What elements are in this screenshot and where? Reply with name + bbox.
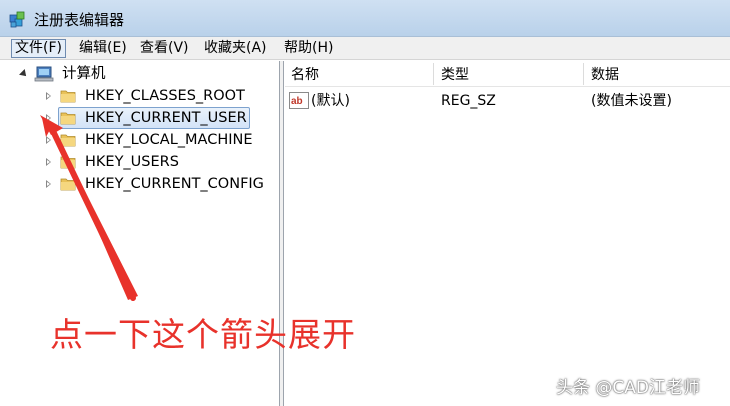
- column-divider[interactable]: [433, 63, 434, 85]
- annotation-text: 点一下这个箭头展开: [50, 315, 356, 354]
- column-header-type[interactable]: 类型: [441, 65, 469, 85]
- expand-arrow-icon[interactable]: [46, 180, 51, 188]
- collapse-arrow-icon[interactable]: [19, 69, 29, 79]
- column-divider[interactable]: [583, 63, 584, 85]
- tree-node-label: HKEY_USERS: [85, 154, 179, 170]
- tree-node-label: HKEY_CLASSES_ROOT: [85, 88, 245, 104]
- header-divider: [285, 86, 730, 87]
- tree-node-label: HKEY_CURRENT_CONFIG: [85, 176, 264, 192]
- tree-node-label: HKEY_LOCAL_MACHINE: [85, 132, 253, 148]
- expand-arrow-icon[interactable]: [46, 136, 51, 144]
- menu-help[interactable]: 帮助(H): [281, 39, 336, 58]
- title-bar: 注册表编辑器: [0, 0, 730, 37]
- folder-icon: [60, 156, 76, 169]
- folder-icon: [60, 90, 76, 103]
- column-header-data[interactable]: 数据: [591, 65, 619, 85]
- value-data: (数值未设置): [591, 93, 672, 109]
- tree-node-label: HKEY_CURRENT_USER: [85, 110, 247, 126]
- expand-arrow-icon[interactable]: [46, 92, 51, 100]
- window-title: 注册表编辑器: [34, 11, 125, 29]
- tree-node-computer[interactable]: 计算机: [8, 63, 272, 85]
- tree-node-hku[interactable]: HKEY_USERS: [8, 151, 272, 173]
- tree-node-hklm[interactable]: HKEY_LOCAL_MACHINE: [8, 129, 272, 151]
- expand-arrow-icon[interactable]: [46, 114, 51, 122]
- folder-icon: [60, 178, 76, 191]
- folder-icon: [60, 112, 76, 125]
- svg-text:ab: ab: [291, 96, 303, 107]
- expand-arrow-icon[interactable]: [46, 158, 51, 166]
- tree-node-hkcu[interactable]: HKEY_CURRENT_USER: [8, 107, 272, 129]
- menu-edit[interactable]: 编辑(E): [76, 39, 130, 58]
- value-name: (默认): [311, 93, 350, 109]
- menu-view[interactable]: 查看(V): [137, 39, 192, 58]
- menu-file[interactable]: 文件(F): [11, 39, 66, 58]
- menu-favorites[interactable]: 收藏夹(A): [201, 39, 270, 58]
- watermark: 头条 @CAD江老师: [556, 378, 700, 398]
- value-type: REG_SZ: [441, 93, 496, 109]
- tree-node-hkcr[interactable]: HKEY_CLASSES_ROOT: [8, 85, 272, 107]
- column-header-name[interactable]: 名称: [291, 65, 319, 85]
- tree-node-hkcc[interactable]: HKEY_CURRENT_CONFIG: [8, 173, 272, 195]
- regedit-app-icon: [9, 11, 25, 28]
- tree-node-label: 计算机: [62, 66, 106, 82]
- computer-icon: [34, 66, 54, 82]
- menu-bar: 文件(F) 编辑(E) 查看(V) 收藏夹(A) 帮助(H): [0, 37, 730, 60]
- folder-icon: [60, 134, 76, 147]
- string-value-icon: ab: [289, 92, 309, 109]
